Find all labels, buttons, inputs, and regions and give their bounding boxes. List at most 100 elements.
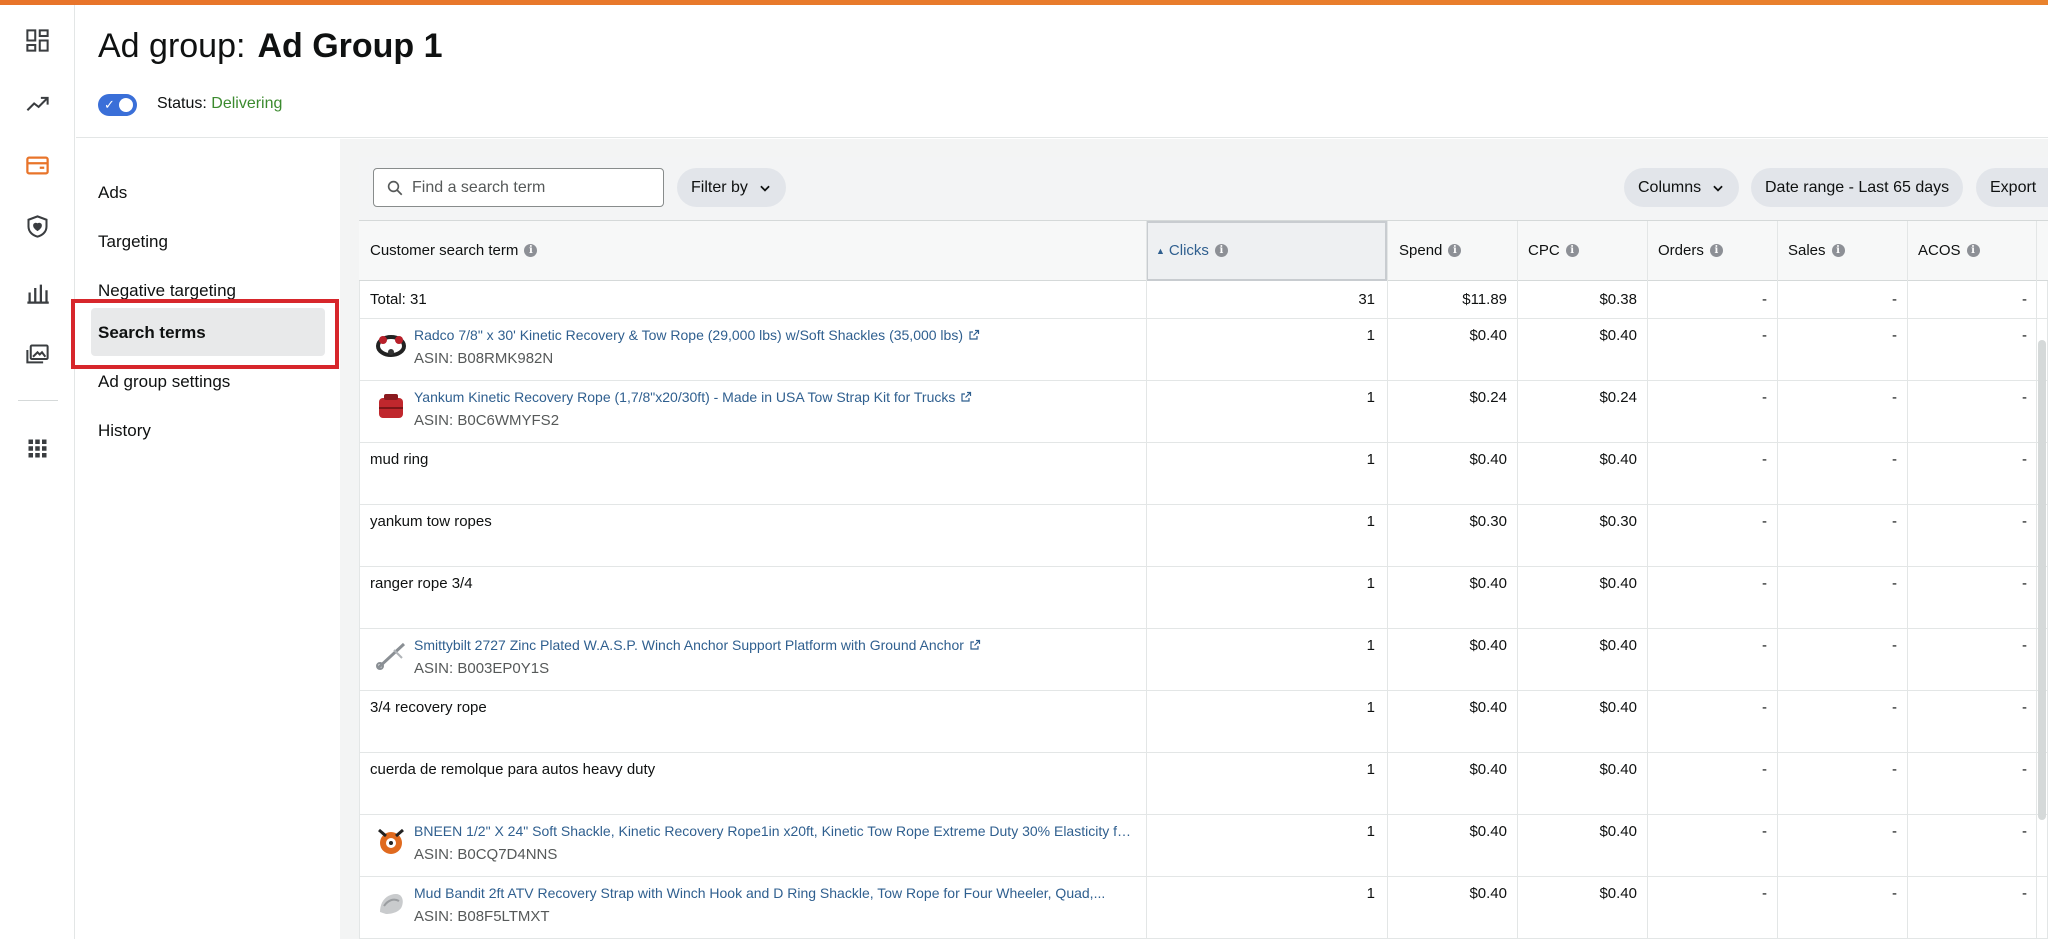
cell-cpc: $0.40 <box>1599 637 1637 654</box>
product-asin: ASIN: B0CQ7D4NNS <box>414 846 558 863</box>
product-title[interactable]: Mud Bandit 2ft ATV Recovery Strap with W… <box>414 885 1105 901</box>
cell-cpc: $0.40 <box>1599 451 1637 468</box>
media-icon[interactable] <box>24 341 51 368</box>
cell-orders: - <box>1762 761 1767 778</box>
info-icon[interactable]: i <box>1214 244 1228 257</box>
subnav-item-ads[interactable]: Ads <box>98 183 127 203</box>
apps-grid-icon[interactable] <box>24 435 51 462</box>
col-header-label: CPC <box>1528 242 1560 259</box>
total-label: Total: 31 <box>370 291 427 308</box>
search-term-input[interactable] <box>412 169 657 206</box>
ad-group-name: Ad Group 1 <box>257 27 443 65</box>
dashboard-icon[interactable] <box>24 27 51 54</box>
search-term-text: cuerda de remolque para autos heavy duty <box>370 761 656 778</box>
campaign-icon[interactable] <box>24 152 51 179</box>
cell-clicks: 1 <box>1366 451 1375 468</box>
status-text: Status: Delivering <box>157 95 282 113</box>
external-link-icon[interactable] <box>968 329 980 341</box>
info-icon[interactable]: i <box>1831 244 1845 257</box>
info-icon[interactable]: i <box>1966 244 1980 257</box>
cell-acos: - <box>2022 823 2027 840</box>
table-scrollbar[interactable] <box>2038 340 2046 820</box>
col-divider <box>2036 221 2037 939</box>
cell-spend: $0.40 <box>1469 699 1507 716</box>
product-link[interactable]: Mud Bandit 2ft ATV Recovery Strap with W… <box>414 885 1105 901</box>
trending-icon[interactable] <box>24 90 51 117</box>
cell-orders: - <box>1762 823 1767 840</box>
subnav-item-ad-group-settings[interactable]: Ad group settings <box>98 372 230 392</box>
col-header-orders[interactable]: Orders i <box>1658 242 1723 259</box>
export-button[interactable]: Export <box>1976 168 2048 207</box>
subnav-item-negative-targeting[interactable]: Negative targeting <box>98 281 236 301</box>
product-link[interactable]: Smittybilt 2727 Zinc Plated W.A.S.P. Win… <box>414 637 981 653</box>
title-prefix: Ad group: <box>98 27 246 65</box>
shield-icon[interactable] <box>24 213 51 240</box>
product-asin: ASIN: B0C6WMYFS2 <box>414 412 560 429</box>
subnav-item-search-terms[interactable]: Search terms <box>98 323 206 343</box>
columns-label: Columns <box>1638 178 1702 196</box>
cell-orders: - <box>1762 575 1767 592</box>
product-link[interactable]: Radco 7/8" x 30' Kinetic Recovery & Tow … <box>414 327 980 343</box>
cell-spend: $0.40 <box>1469 637 1507 654</box>
product-title[interactable]: Radco 7/8" x 30' Kinetic Recovery & Tow … <box>414 327 963 343</box>
product-title[interactable]: Smittybilt 2727 Zinc Plated W.A.S.P. Win… <box>414 637 964 653</box>
col-header-cpc[interactable]: CPC i <box>1528 242 1579 259</box>
date-range-label: Date range - Last 65 days <box>1765 178 1950 196</box>
col-header-clicks[interactable]: ▲ Clicks i <box>1156 242 1228 259</box>
col-header-sales[interactable]: Sales i <box>1788 242 1845 259</box>
cell-sales: - <box>1892 451 1897 468</box>
external-link-icon[interactable] <box>960 391 972 403</box>
external-link-icon[interactable] <box>969 639 981 651</box>
row-divider <box>359 318 2048 319</box>
row-divider <box>359 442 2048 443</box>
search-term-field[interactable] <box>373 168 664 207</box>
status-label: Status: <box>157 95 207 112</box>
product-thumbnail <box>374 886 408 920</box>
row-divider <box>359 566 2048 567</box>
toggle-knob <box>119 98 133 112</box>
search-term-text: mud ring <box>370 451 429 468</box>
product-link[interactable]: BNEEN 1/2" X 24" Soft Shackle, Kinetic R… <box>414 823 1134 839</box>
product-thumbnail <box>374 390 408 424</box>
col-header-acos[interactable]: ACOS i <box>1918 242 1980 259</box>
info-icon[interactable]: i <box>1709 244 1723 257</box>
cell-cpc: $0.40 <box>1599 823 1637 840</box>
info-icon[interactable]: i <box>1448 244 1462 257</box>
info-icon[interactable]: i <box>1565 244 1579 257</box>
product-thumbnail <box>374 638 408 672</box>
product-asin: ASIN: B003EP0Y1S <box>414 660 550 677</box>
product-asin: ASIN: B08F5LTMXT <box>414 908 550 925</box>
ad-group-subnav: Ads Targeting Negative targeting Search … <box>76 139 339 939</box>
row-divider <box>359 752 2048 753</box>
info-icon[interactable]: i <box>524 244 538 257</box>
subnav-item-history[interactable]: History <box>98 421 151 441</box>
sort-ascending-icon: ▲ <box>1156 245 1165 256</box>
subnav-item-targeting[interactable]: Targeting <box>98 232 168 252</box>
bar-chart-icon[interactable] <box>24 279 51 306</box>
cell-spend: $0.40 <box>1469 761 1507 778</box>
product-link[interactable]: Yankum Kinetic Recovery Rope (1,7/8"x20/… <box>414 389 972 405</box>
cell-spend: $0.30 <box>1469 513 1507 530</box>
cell-sales: - <box>1892 699 1897 716</box>
row-divider <box>359 690 2048 691</box>
cell-orders: - <box>1762 885 1767 902</box>
total-spend: $11.89 <box>1462 291 1507 308</box>
rail-divider <box>18 400 58 401</box>
status-toggle[interactable]: ✓ <box>98 94 137 116</box>
columns-button[interactable]: Columns <box>1624 168 1740 207</box>
cell-cpc: $0.24 <box>1599 389 1637 406</box>
export-label: Export <box>1990 178 2037 196</box>
cell-spend: $0.40 <box>1469 451 1507 468</box>
filter-by-button[interactable]: Filter by <box>677 168 786 207</box>
page-title: Ad group: Ad Group 1 <box>98 27 443 66</box>
product-title[interactable]: BNEEN 1/2" X 24" Soft Shackle, Kinetic R… <box>414 823 1134 839</box>
cell-sales: - <box>1892 575 1897 592</box>
col-header-spend[interactable]: Spend i <box>1399 242 1462 259</box>
cell-clicks: 1 <box>1366 389 1375 406</box>
col-header-customer-search-term[interactable]: Customer search term i <box>370 242 538 259</box>
col-header-label: Clicks <box>1168 242 1209 259</box>
row-divider <box>359 380 2048 381</box>
cell-clicks: 1 <box>1366 885 1375 902</box>
date-range-button[interactable]: Date range - Last 65 days <box>1751 168 1964 207</box>
product-title[interactable]: Yankum Kinetic Recovery Rope (1,7/8"x20/… <box>414 389 955 405</box>
